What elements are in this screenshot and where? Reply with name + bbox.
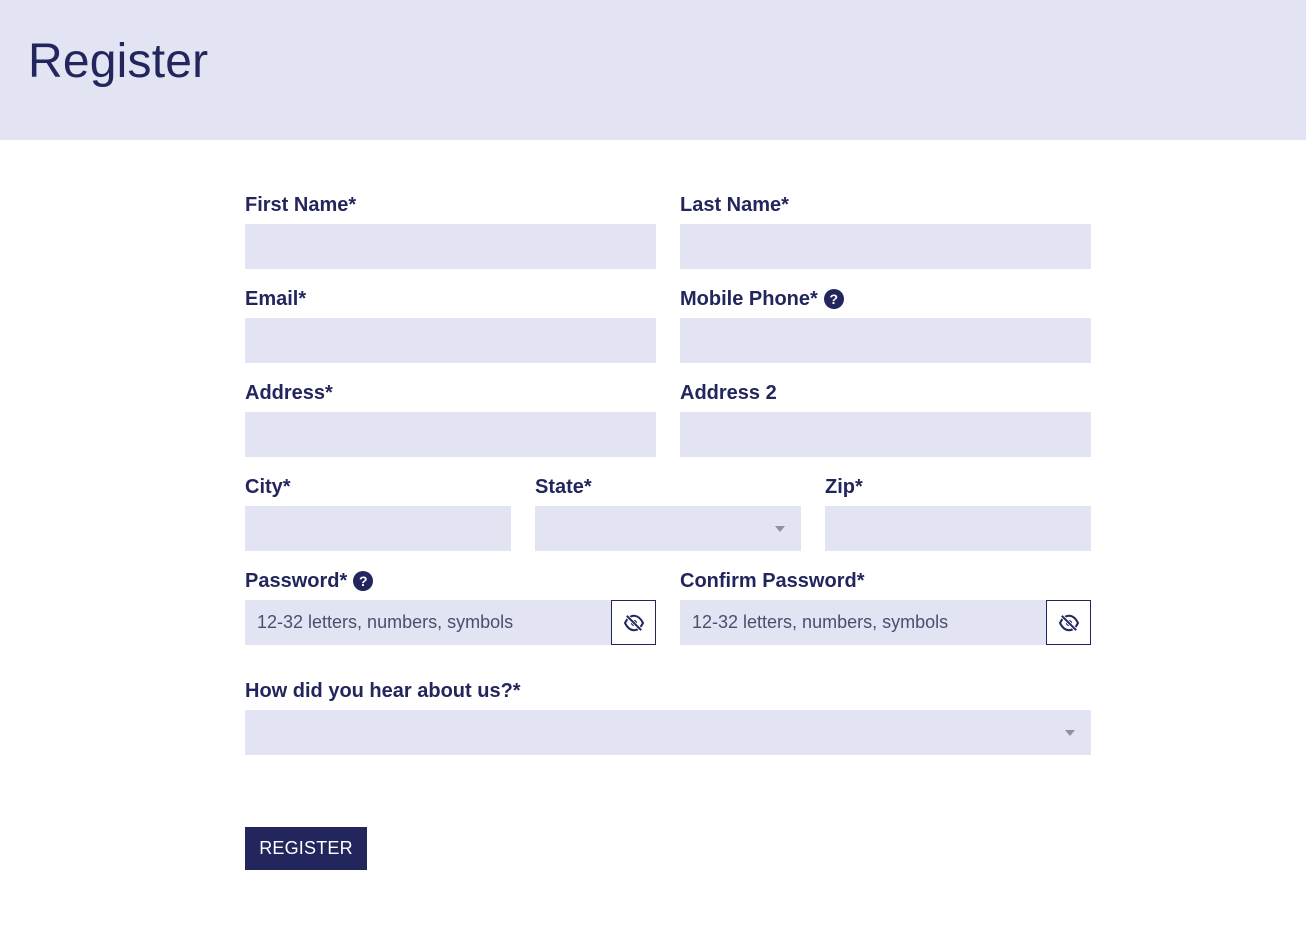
address2-input[interactable]: [680, 412, 1091, 457]
last-name-input[interactable]: [680, 224, 1091, 269]
caret-down-icon: [775, 526, 785, 532]
eye-slash-icon: [623, 614, 644, 631]
first-name-input[interactable]: [245, 224, 656, 269]
eye-slash-icon: [1058, 614, 1079, 631]
email-input[interactable]: [245, 318, 656, 363]
mobile-phone-label-group: Mobile Phone* ?: [680, 286, 844, 312]
toggle-password-visibility-button[interactable]: [611, 600, 656, 645]
hear-about-select[interactable]: [245, 710, 1091, 755]
address-label: Address*: [245, 381, 333, 404]
confirm-password-input[interactable]: [680, 600, 1046, 645]
password-label: Password*: [245, 569, 348, 592]
password-input[interactable]: [245, 600, 611, 645]
caret-down-icon: [1065, 730, 1075, 736]
page-title: Register: [28, 35, 209, 88]
password-help-icon[interactable]: ?: [353, 571, 374, 591]
register-button[interactable]: REGISTER: [245, 827, 367, 870]
city-input[interactable]: [245, 506, 511, 551]
address-input[interactable]: [245, 412, 656, 457]
city-label: City*: [245, 475, 291, 498]
state-label: State*: [535, 475, 592, 498]
state-select[interactable]: [535, 506, 801, 551]
last-name-label: Last Name*: [680, 193, 789, 216]
page-header: Register: [0, 0, 1306, 140]
zip-label: Zip*: [825, 475, 863, 498]
first-name-label: First Name*: [245, 193, 357, 216]
address2-label: Address 2: [680, 381, 777, 404]
email-label: Email*: [245, 287, 307, 310]
toggle-confirm-password-visibility-button[interactable]: [1046, 600, 1091, 645]
zip-input[interactable]: [825, 506, 1091, 551]
mobile-phone-input[interactable]: [680, 318, 1091, 363]
mobile-phone-label: Mobile Phone*: [680, 287, 818, 310]
confirm-password-label: Confirm Password*: [680, 569, 865, 592]
mobile-phone-help-icon[interactable]: ?: [823, 289, 844, 309]
hear-about-label: How did you hear about us?*: [245, 679, 521, 702]
password-label-group: Password* ?: [245, 568, 374, 594]
